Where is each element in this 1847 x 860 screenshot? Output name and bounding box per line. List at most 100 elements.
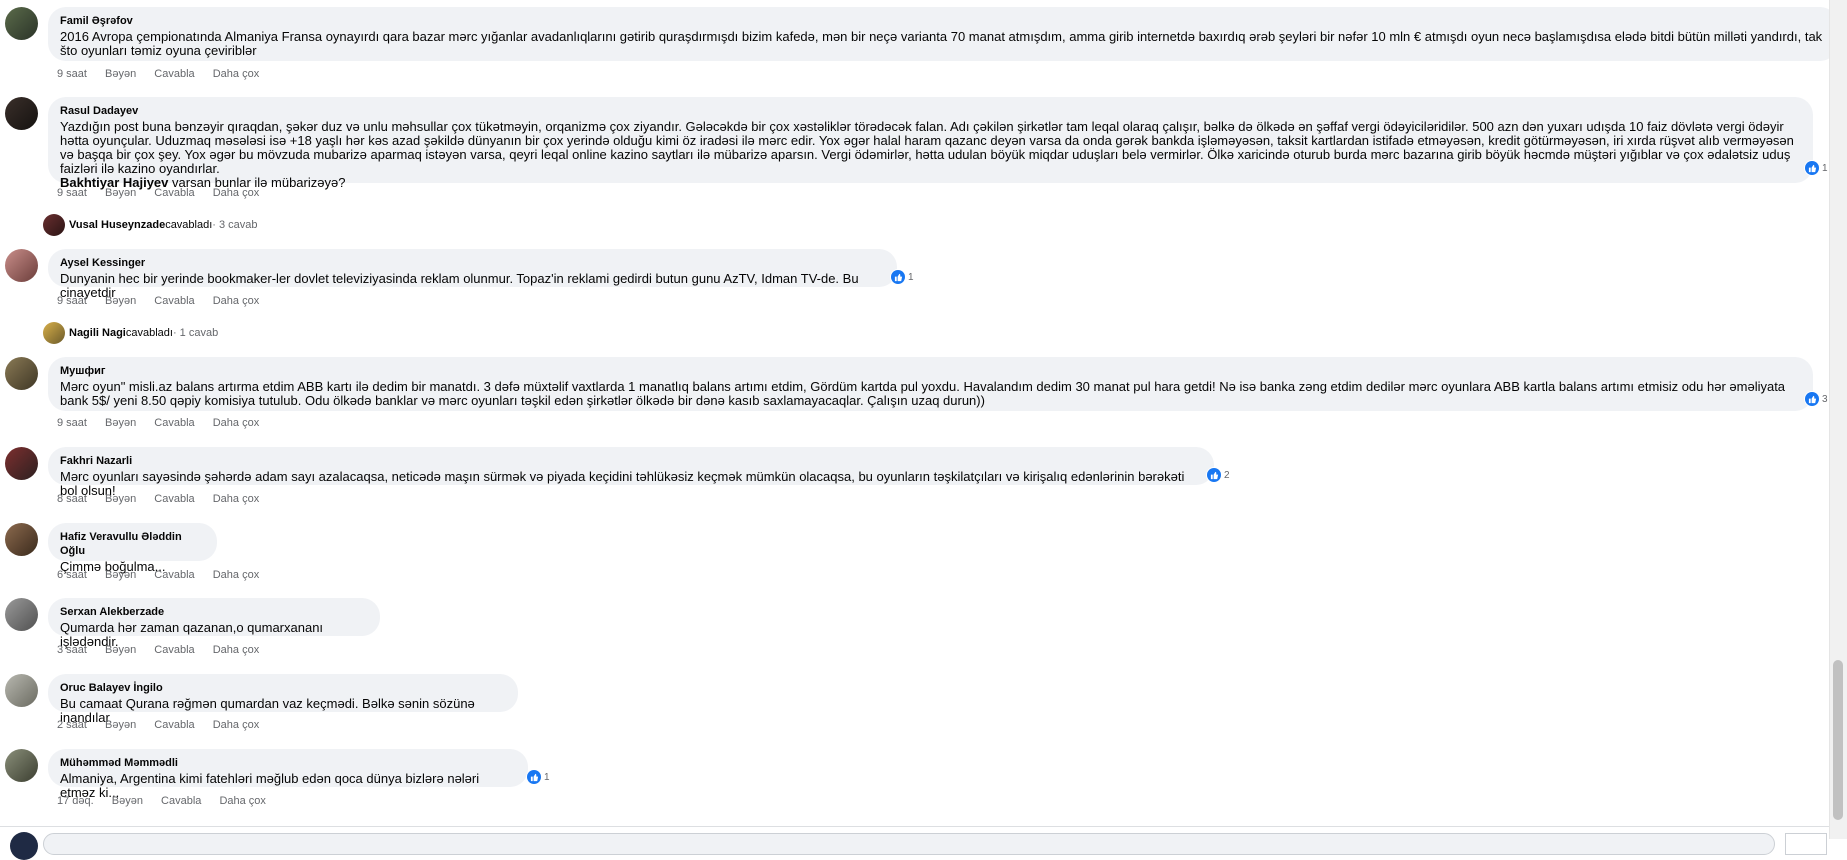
more-button[interactable]: Daha çox bbox=[213, 569, 259, 581]
comment-author[interactable]: Mühəmməd Məmmədli bbox=[60, 756, 516, 770]
reply-button[interactable]: Cavabla bbox=[154, 187, 194, 199]
comment-text: Mərc oyun" misli.az balans artırma etdim… bbox=[60, 379, 1786, 408]
comment-author[interactable]: Fakhri Nazarli bbox=[60, 454, 1202, 468]
reaction-count[interactable]: 1 bbox=[890, 269, 917, 285]
reply-count: · 3 cavab bbox=[212, 219, 258, 231]
more-button[interactable]: Daha çox bbox=[213, 644, 259, 656]
avatar[interactable] bbox=[5, 749, 38, 782]
view-replies-link[interactable]: Nagili Nagi cavabladı · 1 cavab bbox=[43, 322, 218, 344]
comment-author[interactable]: Oruc Balayev İngilo bbox=[60, 681, 506, 695]
comment-actions: 9 saat Bəyən Cavabla Daha çox bbox=[57, 294, 274, 308]
reaction-number: 2 bbox=[1224, 469, 1230, 481]
comment-time[interactable]: 9 saat bbox=[57, 187, 87, 199]
reaction-number: 1 bbox=[544, 771, 550, 783]
reaction-number: 3 bbox=[1822, 393, 1828, 405]
avatar[interactable] bbox=[5, 97, 38, 130]
avatar[interactable] bbox=[5, 7, 38, 40]
reply-button[interactable]: Cavabla bbox=[154, 417, 194, 429]
like-icon bbox=[891, 270, 905, 284]
like-button[interactable]: Bəyən bbox=[105, 719, 136, 731]
more-button[interactable]: Daha çox bbox=[213, 417, 259, 429]
like-button[interactable]: Bəyən bbox=[105, 68, 136, 80]
avatar[interactable] bbox=[5, 598, 38, 631]
comment-actions: 3 saat Bəyən Cavabla Daha çox bbox=[57, 643, 274, 657]
comment-text: Yazdığın post buna bənzəyir qıraqdan, şə… bbox=[60, 120, 1801, 190]
avatar[interactable] bbox=[5, 249, 38, 282]
reply-verb: cavabladı bbox=[125, 327, 173, 339]
comment-input[interactable] bbox=[43, 833, 1775, 855]
composer-button[interactable] bbox=[1785, 833, 1827, 855]
comment-actions: 2 saat Bəyən Cavabla Daha çox bbox=[57, 718, 274, 732]
comment-author[interactable]: Rasul Dadayev bbox=[60, 104, 1801, 118]
comment-author[interactable]: Мушфиг bbox=[60, 364, 1801, 378]
comment-bubble: Hafiz Veravullu Ələddin Oğlu Çimmə boğul… bbox=[48, 523, 217, 574]
reply-button[interactable]: Cavabla bbox=[154, 68, 194, 80]
reaction-count[interactable]: 1 bbox=[526, 769, 553, 785]
reply-button[interactable]: Cavabla bbox=[154, 719, 194, 731]
scrollbar-thumb[interactable] bbox=[1833, 660, 1843, 820]
more-button[interactable]: Daha çox bbox=[213, 493, 259, 505]
more-button[interactable]: Daha çox bbox=[213, 295, 259, 307]
comment-time[interactable]: 17 dəq. bbox=[57, 795, 94, 807]
comment-actions: 17 dəq. Bəyən Cavabla Daha çox bbox=[57, 794, 281, 808]
reaction-count[interactable]: 2 bbox=[1206, 467, 1233, 483]
comment-bubble: Мушфиг Mərc oyun" misli.az balans artırm… bbox=[48, 357, 1813, 411]
comment-time[interactable]: 9 saat bbox=[57, 68, 87, 80]
comment-time[interactable]: 9 saat bbox=[57, 295, 87, 307]
reply-avatar bbox=[43, 322, 65, 344]
comment-actions: 9 saat Bəyən Cavabla Daha çox bbox=[57, 416, 274, 430]
like-button[interactable]: Bəyən bbox=[112, 795, 143, 807]
reaction-number: 1 bbox=[1822, 162, 1828, 174]
comment-text: 2016 Avropa çempionatında Almaniya Frans… bbox=[60, 29, 1823, 58]
avatar[interactable] bbox=[5, 447, 38, 480]
avatar[interactable] bbox=[5, 674, 38, 707]
comment-time[interactable]: 2 saat bbox=[57, 719, 87, 731]
reply-button[interactable]: Cavabla bbox=[154, 295, 194, 307]
comment-author[interactable]: Aysel Kessinger bbox=[60, 256, 885, 270]
like-button[interactable]: Bəyən bbox=[105, 187, 136, 199]
like-icon bbox=[1207, 468, 1221, 482]
comment-actions: 6 saat Bəyən Cavabla Daha çox bbox=[57, 568, 274, 582]
like-button[interactable]: Bəyən bbox=[105, 295, 136, 307]
like-button[interactable]: Bəyən bbox=[105, 569, 136, 581]
more-button[interactable]: Daha çox bbox=[213, 187, 259, 199]
scrollbar[interactable] bbox=[1829, 0, 1847, 839]
more-button[interactable]: Daha çox bbox=[213, 68, 259, 80]
reply-button[interactable]: Cavabla bbox=[154, 644, 194, 656]
avatar[interactable] bbox=[5, 357, 38, 390]
comment-bubble: Serxan Alekberzade Qumarda hər zaman qaz… bbox=[48, 598, 380, 649]
comment-actions: 8 saat Bəyən Cavabla Daha çox bbox=[57, 492, 274, 506]
reaction-number: 1 bbox=[908, 271, 914, 283]
comment-body: Yazdığın post buna bənzəyir qıraqdan, şə… bbox=[60, 119, 1794, 176]
like-button[interactable]: Bəyən bbox=[105, 417, 136, 429]
reply-verb: cavabladı bbox=[165, 219, 213, 231]
reply-author: Vusal Huseynzade bbox=[69, 219, 166, 231]
current-user-avatar bbox=[10, 832, 38, 860]
comment-author[interactable]: Famil Əşrəfov bbox=[60, 14, 1826, 28]
avatar[interactable] bbox=[5, 523, 38, 556]
comment-time[interactable]: 8 saat bbox=[57, 493, 87, 505]
comment-time[interactable]: 6 saat bbox=[57, 569, 87, 581]
reaction-count[interactable]: 3 bbox=[1804, 391, 1831, 407]
reply-button[interactable]: Cavabla bbox=[154, 569, 194, 581]
comment-bubble: Mühəmməd Məmmədli Almaniya, Argentina ki… bbox=[48, 749, 528, 800]
reply-button[interactable]: Cavabla bbox=[161, 795, 201, 807]
comment-time[interactable]: 9 saat bbox=[57, 417, 87, 429]
like-button[interactable]: Bəyən bbox=[105, 493, 136, 505]
comment-bubble: Fakhri Nazarli Mərc oyunları sayəsində ş… bbox=[48, 447, 1214, 498]
more-button[interactable]: Daha çox bbox=[213, 719, 259, 731]
comment-bubble: Rasul Dadayev Yazdığın post buna bənzəyi… bbox=[48, 97, 1813, 190]
like-button[interactable]: Bəyən bbox=[105, 644, 136, 656]
comment-author[interactable]: Serxan Alekberzade bbox=[60, 605, 368, 619]
like-icon bbox=[527, 770, 541, 784]
comment-time[interactable]: 3 saat bbox=[57, 644, 87, 656]
reply-avatar bbox=[43, 214, 65, 236]
comment-bubble: Oruc Balayev İngilo Bu camaat Qurana rəğ… bbox=[48, 674, 518, 725]
comment-author[interactable]: Hafiz Veravullu Ələddin Oğlu bbox=[60, 530, 205, 558]
like-icon bbox=[1805, 392, 1819, 406]
reaction-count[interactable]: 1 bbox=[1804, 160, 1831, 176]
view-replies-link[interactable]: Vusal Huseynzade cavabladı · 3 cavab bbox=[43, 214, 258, 236]
more-button[interactable]: Daha çox bbox=[219, 795, 265, 807]
comment-bubble: Aysel Kessinger Dunyanin hec bir yerinde… bbox=[48, 249, 897, 300]
reply-button[interactable]: Cavabla bbox=[154, 493, 194, 505]
